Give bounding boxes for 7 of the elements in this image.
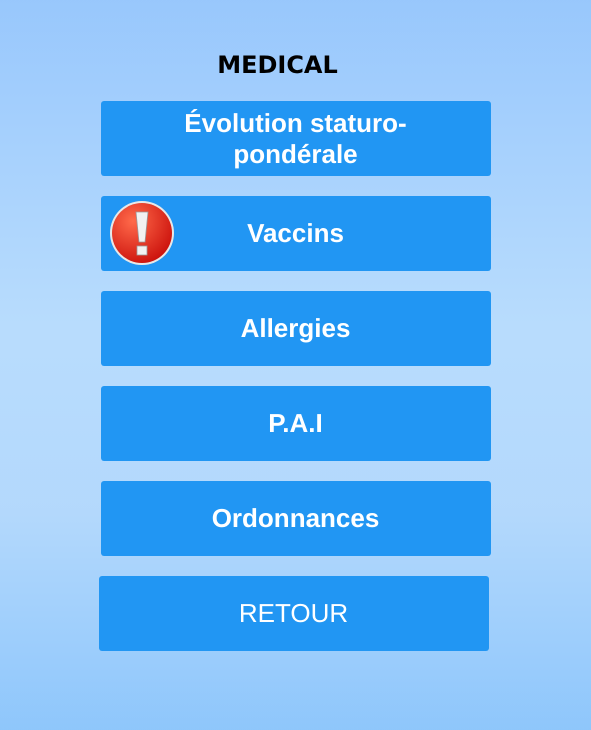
menu-button[interactable]: Allergies: [100, 291, 490, 366]
menu-button[interactable]: Ordonnances: [100, 481, 490, 556]
page-title: MEDICAL: [217, 50, 338, 80]
menu-button[interactable]: P.A.I: [100, 386, 490, 461]
menu-button[interactable]: Évolution staturo-pondérale: [100, 101, 490, 176]
menu-button[interactable]: Vaccins: [100, 196, 490, 271]
menu-button[interactable]: RETOUR: [98, 576, 488, 651]
